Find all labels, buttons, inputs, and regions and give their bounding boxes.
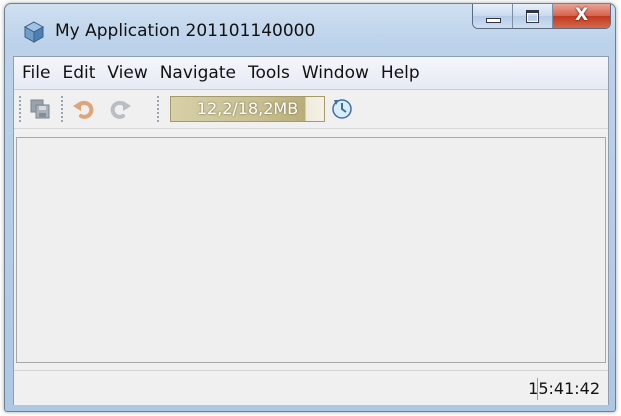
garbage-collect-button[interactable] <box>328 95 356 123</box>
toolbar-separator <box>157 96 159 122</box>
toolbar-separator <box>61 96 63 122</box>
redo-icon <box>110 100 131 119</box>
caption-buttons: X <box>472 4 611 29</box>
window-title: My Application 201101140000 <box>55 21 316 41</box>
main-content-area[interactable] <box>16 137 606 363</box>
save-all-icon <box>30 99 50 119</box>
memory-usage-indicator[interactable]: 12,2/18,2MB <box>170 96 325 122</box>
close-icon: X <box>574 5 589 25</box>
save-all-button[interactable] <box>26 95 54 123</box>
close-button[interactable]: X <box>553 4 610 28</box>
undo-icon <box>73 100 94 119</box>
redo-button[interactable] <box>106 95 134 123</box>
app-window: My Application 201101140000 X File Edit … <box>4 3 616 412</box>
toolbar: 12,2/18,2MB <box>14 90 608 129</box>
app-cube-icon <box>23 21 45 43</box>
status-clock: 15:41:42 <box>528 379 600 398</box>
undo-button[interactable] <box>70 95 98 123</box>
menu-file[interactable]: File <box>16 57 56 89</box>
menu-edit[interactable]: Edit <box>56 57 101 89</box>
title-bar[interactable]: My Application 201101140000 X <box>5 4 615 56</box>
minimize-icon <box>486 18 501 23</box>
client-area: File Edit View Navigate Tools Window Hel… <box>13 56 609 405</box>
maximize-icon <box>526 10 539 23</box>
garbage-collect-icon <box>332 99 352 119</box>
toolbar-grip[interactable] <box>19 96 21 122</box>
menu-navigate[interactable]: Navigate <box>154 57 242 89</box>
menu-view[interactable]: View <box>101 57 153 89</box>
menu-tools[interactable]: Tools <box>242 57 296 89</box>
menu-bar: File Edit View Navigate Tools Window Hel… <box>14 57 608 90</box>
menu-help[interactable]: Help <box>375 57 426 89</box>
minimize-button[interactable] <box>473 4 513 28</box>
menu-window[interactable]: Window <box>296 57 375 89</box>
maximize-button[interactable] <box>513 4 553 28</box>
status-bar: 15:41:42 <box>14 370 608 405</box>
